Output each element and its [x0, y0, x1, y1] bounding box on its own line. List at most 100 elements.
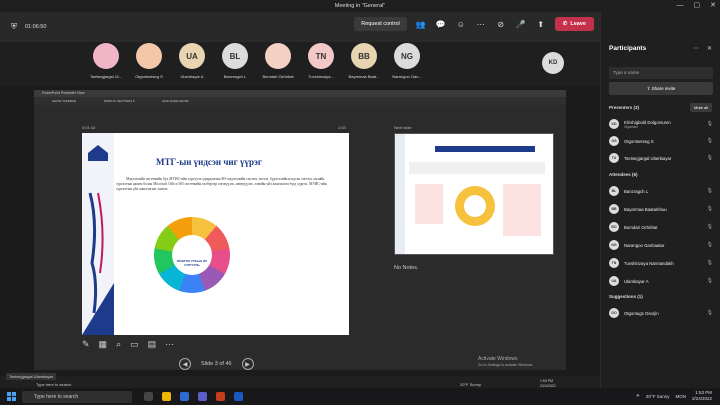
- participant-list-name: Narangoo Ganbaatar: [624, 243, 707, 248]
- avatar: UA: [179, 43, 205, 69]
- participant-tile[interactable]: Otgontsetseg S: [128, 43, 170, 79]
- teams-icon[interactable]: [198, 392, 207, 401]
- task-view-icon[interactable]: [144, 392, 153, 401]
- request-control-button[interactable]: Request control: [354, 17, 407, 31]
- file-explorer-icon[interactable]: [162, 392, 171, 401]
- slide-timer: 0:01:42: [82, 125, 96, 130]
- avatar: [93, 43, 119, 69]
- windows-start-icon[interactable]: [7, 392, 16, 401]
- participant-list-item[interactable]: BO Bumdari Ochirbat 🎙: [609, 220, 713, 234]
- system-tray: ☀ 20°F Sunny MON 1:53 PM 2/24/2022: [636, 390, 712, 402]
- powerpoint-icon[interactable]: [216, 392, 225, 401]
- participant-name-text: Otgontugs Osorjin: [624, 310, 659, 316]
- next-slide-preview[interactable]: [394, 133, 554, 255]
- more-options-icon[interactable]: ⋯: [475, 18, 487, 30]
- participant-list-item[interactable]: BL Banzragch L 🎙: [609, 184, 713, 198]
- participant-list-item[interactable]: OO Otgontugs Osorjin 🎙: [609, 306, 713, 320]
- participant-tile[interactable]: Bumdari Ochirbat: [257, 43, 299, 79]
- share-invite-button[interactable]: ⇪ Share invite: [609, 82, 713, 95]
- suggestions-section-label[interactable]: Suggestions (1): [609, 294, 643, 299]
- participant-list-name: Bumdari Ochirbat: [624, 225, 707, 230]
- maximize-icon[interactable]: ▢: [694, 0, 701, 12]
- slide-cycle-center: [172, 235, 212, 275]
- previous-slide-button[interactable]: ◀: [179, 358, 191, 370]
- slides-grid-icon[interactable]: ▦: [99, 339, 108, 350]
- participant-list-item[interactable]: KD Khishigbold Dolgorsuren Organizer 🎙: [609, 117, 713, 131]
- participant-list-item[interactable]: OS Otgontsetseg S 🎙: [609, 134, 713, 148]
- mic-muted-icon: 🎙: [706, 260, 713, 266]
- participant-list-name: Banzragch L: [624, 189, 707, 194]
- more-icon[interactable]: ⋯: [165, 339, 174, 350]
- participant-name: Tsetsegjargal Ul...: [90, 74, 122, 79]
- participant-name: Narangoo Gan...: [392, 74, 422, 79]
- participant-tile[interactable]: TN Tuvshinzaya...: [300, 43, 342, 79]
- slide-cycle-center-label: МОНГОЛ УЛСЫН ИХ СУРГУУЛЬ: [177, 259, 207, 267]
- shared-weather: 20°F Sunny: [460, 382, 481, 387]
- participant-list-name: Tuvshinzaya Narmandakh: [624, 261, 707, 266]
- presenter-view-title: PowerPoint Presenter View: [34, 90, 566, 97]
- avatar: [136, 43, 162, 69]
- avatar: TU: [609, 153, 619, 163]
- mic-muted-icon: 🎙: [706, 278, 713, 284]
- participant-search-input[interactable]: Type a name: [609, 67, 713, 79]
- participant-tile-kd[interactable]: KD: [542, 52, 564, 74]
- participant-list-name: Tsetsegjargal Ulambayar: [624, 156, 707, 161]
- pen-icon[interactable]: ✎: [82, 339, 90, 350]
- participant-tile[interactable]: UA Ulambayar A: [171, 43, 213, 79]
- close-icon[interactable]: ✕: [710, 0, 716, 12]
- camera-off-icon[interactable]: ⊘: [495, 18, 507, 30]
- presenter-view-window: PowerPoint Presenter View SHOW TASKBAR D…: [34, 90, 566, 370]
- participant-list-item[interactable]: BB Bayarmaa Baatarkhuu 🎙: [609, 202, 713, 216]
- participant-tile[interactable]: Tsetsegjargal Ul...: [85, 43, 127, 79]
- slide-position: Slide 3 of 46: [201, 361, 232, 367]
- mic-off-icon[interactable]: 🎤: [515, 18, 527, 30]
- participant-name-text: Narangoo Ganbaatar: [624, 242, 665, 248]
- attendees-section-label[interactable]: Attendees (6): [609, 172, 638, 177]
- show-taskbar-button[interactable]: SHOW TASKBAR: [52, 97, 76, 105]
- chat-icon[interactable]: 💬: [435, 18, 447, 30]
- slide-navigation: ◀ Slide 3 of 46 ▶: [179, 358, 254, 370]
- mic-muted-icon: 🎙: [706, 206, 713, 212]
- window-controls: — ▢ ✕: [677, 0, 717, 12]
- people-icon[interactable]: 👥: [415, 18, 427, 30]
- participant-list-item[interactable]: TN Tuvshinzaya Narmandakh 🎙: [609, 256, 713, 270]
- participant-list-item[interactable]: NG Narangoo Ganbaatar 🎙: [609, 238, 713, 252]
- word-icon[interactable]: [234, 392, 243, 401]
- end-slide-show-button[interactable]: END SLIDE SHOW: [162, 97, 188, 105]
- mute-all-button[interactable]: Mute all: [689, 103, 712, 112]
- taskbar-search-box[interactable]: Type here to search: [22, 390, 132, 403]
- shared-search-box: Type here to search: [36, 382, 72, 387]
- language-indicator[interactable]: MON: [675, 394, 686, 399]
- close-panel-icon[interactable]: ✕: [707, 45, 712, 52]
- presenters-section-label[interactable]: Presenters (3): [609, 105, 639, 110]
- participant-list-item[interactable]: UA Ulambayar A 🎙: [609, 274, 713, 288]
- leave-button[interactable]: ✆ Leave: [554, 17, 594, 31]
- avatar: NG: [609, 240, 619, 250]
- subtitles-icon[interactable]: ▤: [148, 339, 157, 350]
- edge-icon[interactable]: [180, 392, 189, 401]
- participant-name-text: Otgontsetseg S: [624, 138, 654, 144]
- zoom-icon[interactable]: ⌕: [116, 339, 121, 350]
- more-options-icon[interactable]: ⋯: [693, 45, 699, 52]
- taskbar-clock[interactable]: 1:53 PM 2/24/2022: [692, 390, 712, 402]
- reactions-icon[interactable]: ☺: [455, 18, 467, 30]
- meeting-toolbar: ⛨ 01:06:50 Request control 👥 💬 ☺ ⋯ ⊘ 🎤 ⬆…: [0, 12, 600, 42]
- activate-windows-watermark: Activate Windows Go to Settings to activ…: [478, 356, 534, 367]
- next-slide-button[interactable]: ▶: [241, 358, 254, 370]
- participant-name: Banzragch L: [223, 74, 247, 79]
- avatar: OO: [609, 308, 619, 318]
- participant-name-text: Bumdari Ochirbat: [624, 224, 658, 230]
- screen-icon[interactable]: ▭: [130, 339, 139, 350]
- participant-list-item[interactable]: TU Tsetsegjargal Ulambayar 🎙: [609, 151, 713, 165]
- share-icon[interactable]: ⬆: [535, 18, 547, 30]
- display-settings-button[interactable]: DISPLAY SETTINGS ▾: [104, 97, 135, 105]
- participant-name: Tuvshinzaya...: [308, 74, 334, 79]
- avatar: NG: [394, 43, 420, 69]
- participant-tile[interactable]: NG Narangoo Gan...: [386, 43, 428, 79]
- participant-tile[interactable]: BL Banzragch L: [214, 43, 256, 79]
- participant-tile[interactable]: BB Bayarmaa Baat...: [343, 43, 385, 79]
- minimize-icon[interactable]: —: [677, 0, 684, 12]
- avatar: TN: [609, 258, 619, 268]
- avatar: BB: [351, 43, 377, 69]
- window-title: Meeting in "General": [334, 3, 386, 9]
